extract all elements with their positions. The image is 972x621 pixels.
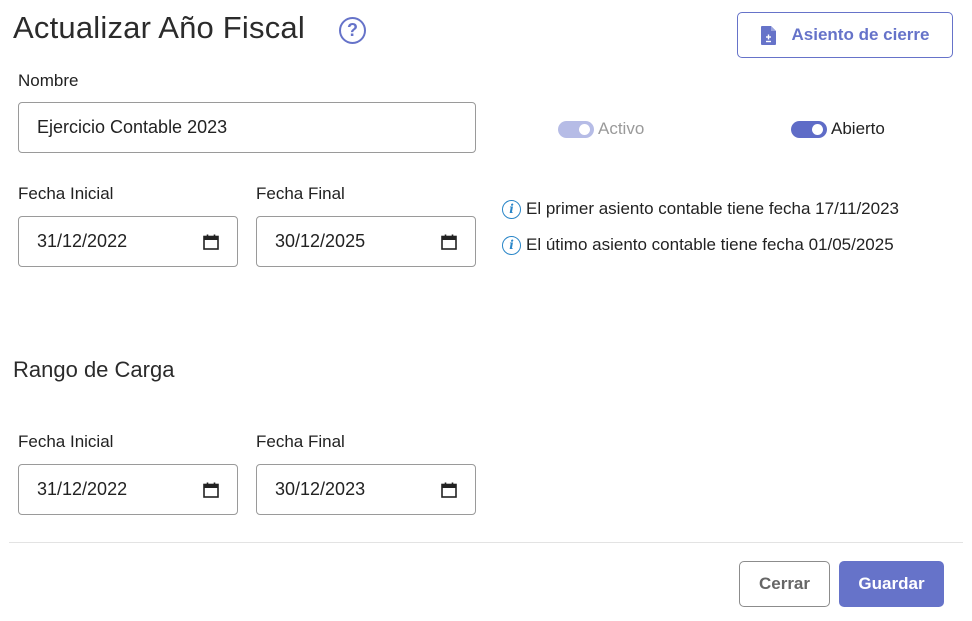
start-date-input[interactable]: 31/12/2022 [18, 216, 238, 267]
footer-divider [9, 542, 963, 543]
info-icon: i [502, 235, 521, 255]
document-icon [760, 25, 776, 45]
active-switch [558, 120, 594, 138]
open-toggle[interactable]: Abierto [791, 119, 885, 139]
start-date-label: Fecha Inicial [18, 184, 114, 203]
last-entry-info: i El útimo asiento contable tiene fecha … [502, 235, 894, 255]
active-label: Activo [598, 119, 645, 138]
closing-entry-label: Asiento de cierre [791, 25, 930, 44]
open-switch [791, 120, 827, 138]
load-start-label: Fecha Inicial [18, 432, 114, 451]
load-end-date-value: 30/12/2023 [275, 479, 366, 499]
calendar-icon[interactable] [441, 234, 457, 250]
load-range-title: Rango de Carga [13, 357, 175, 382]
last-entry-text: El útimo asiento contable tiene fecha 01… [526, 235, 894, 254]
load-start-date-input[interactable]: 31/12/2022 [18, 464, 238, 515]
start-date-value: 31/12/2022 [37, 231, 128, 251]
first-entry-text: El primer asiento contable tiene fecha 1… [526, 199, 899, 218]
name-label: Nombre [18, 71, 79, 90]
end-date-value: 30/12/2025 [275, 231, 366, 251]
save-button[interactable]: Guardar [839, 561, 944, 607]
page-title: Actualizar Año Fiscal [13, 10, 305, 45]
calendar-icon[interactable] [203, 234, 219, 250]
closing-entry-button[interactable]: Asiento de cierre [737, 12, 953, 58]
calendar-icon[interactable] [203, 482, 219, 498]
end-date-label: Fecha Final [256, 184, 345, 203]
help-icon[interactable]: ? [339, 17, 366, 44]
load-end-date-input[interactable]: 30/12/2023 [256, 464, 476, 515]
load-start-date-value: 31/12/2022 [37, 479, 128, 499]
load-end-label: Fecha Final [256, 432, 345, 451]
open-label: Abierto [831, 119, 885, 138]
name-input[interactable]: Ejercicio Contable 2023 [18, 102, 476, 153]
end-date-input[interactable]: 30/12/2025 [256, 216, 476, 267]
cancel-button[interactable]: Cerrar [739, 561, 830, 607]
first-entry-info: i El primer asiento contable tiene fecha… [502, 199, 899, 219]
active-toggle[interactable]: Activo [558, 119, 644, 139]
info-icon: i [502, 199, 521, 219]
calendar-icon[interactable] [441, 482, 457, 498]
